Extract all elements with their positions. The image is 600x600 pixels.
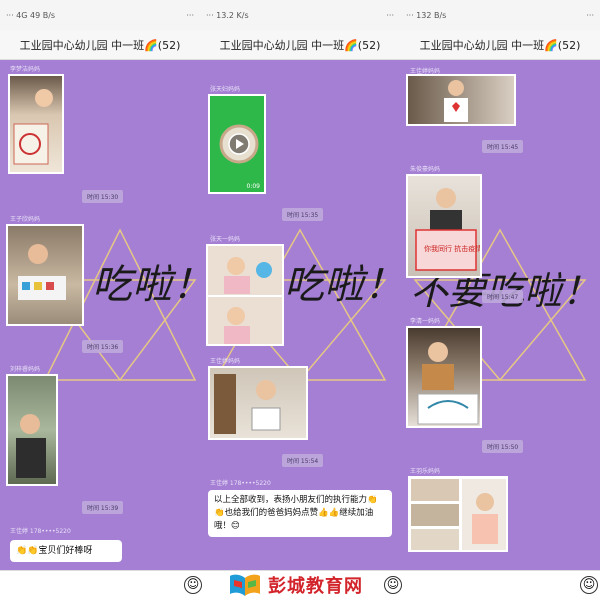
book-icon — [230, 574, 260, 596]
sender-name: 张天妇妈妈 — [210, 86, 241, 93]
sign-text: 你我同行 抗击疫情 — [424, 245, 482, 253]
sender-name: 李梦洁妈妈 — [10, 66, 41, 73]
status-left: ··· 132 B/s — [406, 10, 447, 20]
time-badge: 时间 15:39 — [82, 501, 124, 514]
emoji-icon[interactable]: ☺ — [580, 576, 598, 594]
chat-screenshot-1: ··· 4G 49 B/s ··· 工业园中心幼儿园 中一班🌈(52) 吃啦！ … — [0, 0, 200, 570]
emoji-icon[interactable]: ☺ — [384, 576, 402, 594]
chat-title: 工业园中心幼儿园 中一班🌈(52) — [200, 30, 400, 60]
big-text: 吃啦！ — [92, 262, 200, 308]
status-right: ··· — [586, 10, 594, 20]
child-photo[interactable] — [206, 244, 284, 346]
chat-screenshot-2: ··· 13.2 K/s ··· 工业园中心幼儿园 中一班🌈(52) 吃啦！ 张… — [200, 0, 400, 570]
chat-title: 工业园中心幼儿园 中一班🌈(52) — [400, 30, 600, 60]
chat-bubble[interactable]: 以上全部收到，表扬小朋友们的执行能力👏👏也给我们的爸爸妈妈点赞👍👍继续加油哦！😊 — [208, 490, 392, 537]
child-photo[interactable] — [8, 74, 64, 174]
child-figure-icon — [417, 342, 479, 425]
status-right: ··· — [386, 10, 394, 20]
time-badge: 时间 15:47 — [482, 290, 524, 303]
child-figure-icon — [415, 188, 477, 271]
status-bar: ··· 132 B/s ··· — [400, 0, 600, 30]
sender-name: 王羽乐妈妈 — [410, 468, 441, 475]
video-message[interactable]: 0:09 — [208, 94, 266, 194]
bottom-bar: ☺ ☺ ☺ 彭城教育网 — [0, 570, 600, 600]
time-badge: 时间 15:35 — [282, 208, 324, 221]
chat-area[interactable]: 吃啦！ 李梦洁妈妈 时间 15:30 王子欣妈妈 时间 15:36 刘梓睿妈妈 … — [0, 60, 200, 570]
child-photo[interactable] — [6, 224, 84, 326]
status-left: ··· 13.2 K/s — [206, 10, 249, 20]
time-badge: 时间 15:36 — [82, 340, 124, 353]
time-badge: 时间 15:30 — [82, 190, 124, 203]
status-right: ··· — [186, 10, 194, 20]
child-figure-icon — [16, 414, 46, 478]
chat-bubble[interactable]: 👏👏宝贝们好棒呀 — [10, 540, 122, 562]
child-photo-collage[interactable] — [408, 476, 508, 552]
sender-name: 张天一妈妈 — [210, 236, 241, 243]
chat-area[interactable]: 吃啦！ 张天妇妈妈 0:09 时间 15:35 张天一妈妈 王佳婷妈妈 时间 1… — [200, 60, 400, 570]
big-text: 吃啦！ — [284, 262, 400, 308]
child-figure-icon — [13, 89, 53, 165]
sender-name: 王佳婷妈妈 — [210, 358, 241, 365]
chat-area[interactable]: 不要吃啦！ 王佳婷妈妈 时间 15:45 朱俊豪妈妈 你我同行 抗击疫情 时间 … — [400, 60, 600, 570]
collage-figure-icon — [411, 479, 506, 550]
sender-name: 王佳婷 178••••5220 — [10, 528, 71, 535]
sender-name: 王佳婷 178••••5220 — [210, 480, 271, 487]
child-figure-icon — [208, 257, 282, 344]
child-photo[interactable] — [406, 74, 516, 126]
time-badge: 时间 15:45 — [482, 140, 524, 153]
video-duration: 0:09 — [246, 183, 260, 190]
status-bar: ··· 4G 49 B/s ··· — [0, 0, 200, 30]
play-icon — [219, 124, 259, 164]
chat-screenshot-3: ··· 132 B/s ··· 工业园中心幼儿园 中一班🌈(52) 不要吃啦！ … — [400, 0, 600, 570]
child-photo[interactable] — [208, 366, 308, 440]
emoji-icon[interactable]: ☺ — [184, 576, 202, 594]
child-photo[interactable]: 你我同行 抗击疫情 — [406, 174, 482, 278]
sender-name: 王子欣妈妈 — [10, 216, 41, 223]
watermark-text: 彭城教育网 — [268, 576, 363, 597]
watermark-logo: 彭城教育网 — [228, 572, 363, 598]
sender-name: 朱俊豪妈妈 — [410, 166, 441, 173]
time-badge: 时间 15:54 — [282, 454, 324, 467]
status-left: ··· 4G 49 B/s — [6, 10, 56, 20]
child-figure-icon — [214, 374, 281, 434]
status-bar: ··· 13.2 K/s ··· — [200, 0, 400, 30]
child-figure-icon — [444, 80, 468, 122]
sender-name: 刘梓睿妈妈 — [10, 366, 41, 373]
sender-name: 李清一妈妈 — [410, 318, 441, 325]
time-badge: 时间 15:50 — [482, 440, 524, 453]
child-photo[interactable] — [406, 326, 482, 428]
child-photo[interactable] — [6, 374, 58, 486]
chat-title: 工业园中心幼儿园 中一班🌈(52) — [0, 30, 200, 60]
child-figure-icon — [18, 244, 66, 300]
